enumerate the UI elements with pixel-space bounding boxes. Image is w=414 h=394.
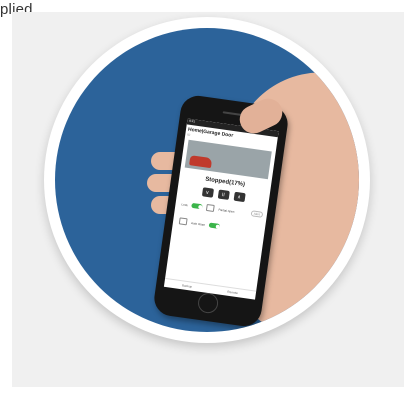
tab-backup[interactable]: Backup — [182, 283, 192, 288]
lock-toggle[interactable] — [191, 202, 204, 210]
auto-close-toggle[interactable] — [208, 222, 221, 229]
car-image — [189, 155, 213, 169]
partial-open-label: Partial open — [218, 207, 235, 214]
blue-circle-background: 9:41 Home|Garage Door ID Stopped(17%) ∨ … — [55, 28, 359, 332]
tab-remote[interactable]: Remote — [227, 290, 238, 295]
phone-screen: 9:41 Home|Garage Door ID Stopped(17%) ∨ … — [163, 118, 279, 300]
close-down-button[interactable]: ∨ — [201, 187, 214, 198]
auto-close-label: Auto close — [190, 220, 206, 227]
lock-label: Lock — [181, 201, 189, 207]
open-up-button[interactable]: ∧ — [233, 191, 246, 203]
partial-open-icon[interactable] — [206, 204, 216, 213]
home-button — [196, 291, 220, 315]
pause-button[interactable]: II — [217, 189, 230, 200]
auto-close-icon — [178, 217, 188, 226]
